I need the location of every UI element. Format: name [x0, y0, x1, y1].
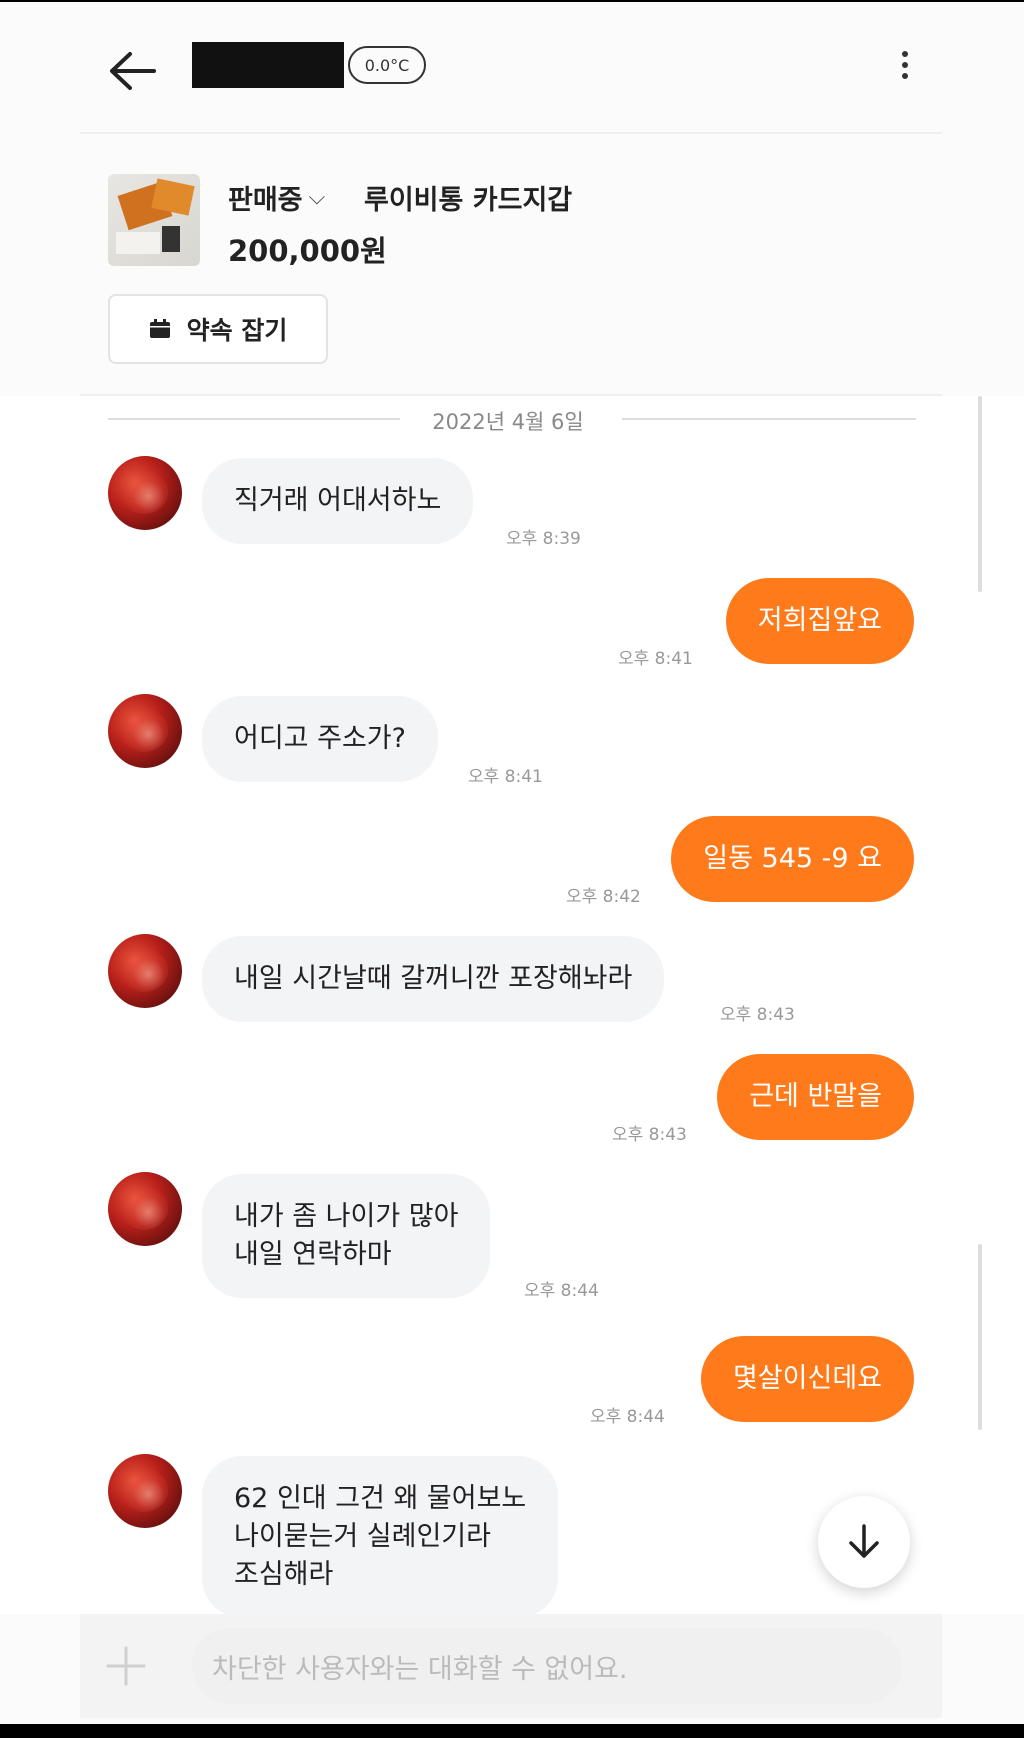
message-input-bar: 차단한 사용자와는 대화할 수 없어요.	[80, 1614, 942, 1718]
make-appointment-label: 약속 잡기	[186, 316, 288, 345]
message-time: 오후 8:42	[566, 887, 641, 907]
divider	[80, 132, 942, 134]
incoming-message: 62 인대 그건 왜 물어보노 나이묻는거 실례인기라 조심해라	[202, 1456, 559, 1614]
message-input[interactable]: 차단한 사용자와는 대화할 수 없어요.	[192, 1628, 902, 1704]
message-time: 오후 8:44	[524, 1281, 599, 1301]
outgoing-message: 근데 반말을	[717, 1054, 914, 1140]
incoming-message: 내일 시간날때 갈꺼니깐 포장해놔라	[202, 936, 665, 1022]
incoming-message: 직거래 어대서하노	[202, 458, 474, 544]
avatar[interactable]	[108, 1454, 182, 1528]
sale-status-dropdown[interactable]: 판매중 ⌵	[228, 178, 325, 217]
scroll-to-bottom-button[interactable]	[818, 1496, 910, 1588]
product-price: 200,000원	[228, 234, 387, 268]
make-appointment-button[interactable]: 약속 잡기	[108, 294, 328, 364]
message-time: 오후 8:41	[618, 649, 693, 669]
manner-temperature-badge: 0.0°C	[348, 46, 426, 84]
outgoing-message: 몇살이신데요	[700, 1336, 914, 1422]
date-separator-line	[622, 418, 916, 420]
outgoing-message: 일동 545 -9 요	[671, 816, 914, 902]
more-options-icon[interactable]	[890, 46, 920, 92]
sale-status-label: 판매중	[228, 185, 303, 216]
incoming-message: 어디고 주소가?	[202, 696, 438, 782]
message-time: 오후 8:39	[506, 529, 581, 549]
message-time: 오후 8:43	[720, 1005, 795, 1025]
message-list[interactable]: 2022년 4월 6일 직거래 어대서하노 오후 8:39 오후 8:41 저희…	[0, 396, 1024, 1614]
outgoing-message: 저희집앞요	[725, 578, 914, 664]
date-separator-line	[108, 418, 400, 420]
avatar[interactable]	[108, 694, 182, 768]
chevron-down-icon: ⌵	[308, 185, 326, 210]
product-title[interactable]: 루이비통 카드지갑	[364, 178, 572, 217]
plus-icon[interactable]	[106, 1646, 146, 1686]
chat-screen: 0.0°C 판매중 ⌵ 루이비통 카드지갑 200,000원 약속 잡기 202…	[0, 2, 1024, 1724]
avatar[interactable]	[108, 1172, 182, 1246]
message-time: 오후 8:41	[468, 767, 543, 787]
avatar[interactable]	[108, 456, 182, 530]
arrow-down-icon	[849, 1524, 879, 1558]
product-thumbnail[interactable]	[108, 174, 200, 266]
avatar[interactable]	[108, 934, 182, 1008]
back-arrow-icon[interactable]	[108, 48, 158, 94]
redacted-username	[192, 42, 344, 88]
scrollbar[interactable]	[978, 396, 982, 592]
message-time: 오후 8:44	[590, 1407, 665, 1427]
calendar-icon	[149, 319, 170, 338]
incoming-message: 내가 좀 나이가 많아 내일 연락하마	[202, 1174, 491, 1298]
scrollbar[interactable]	[978, 1244, 982, 1430]
message-time: 오후 8:43	[612, 1125, 687, 1145]
date-separator: 2022년 4월 6일	[432, 410, 584, 434]
